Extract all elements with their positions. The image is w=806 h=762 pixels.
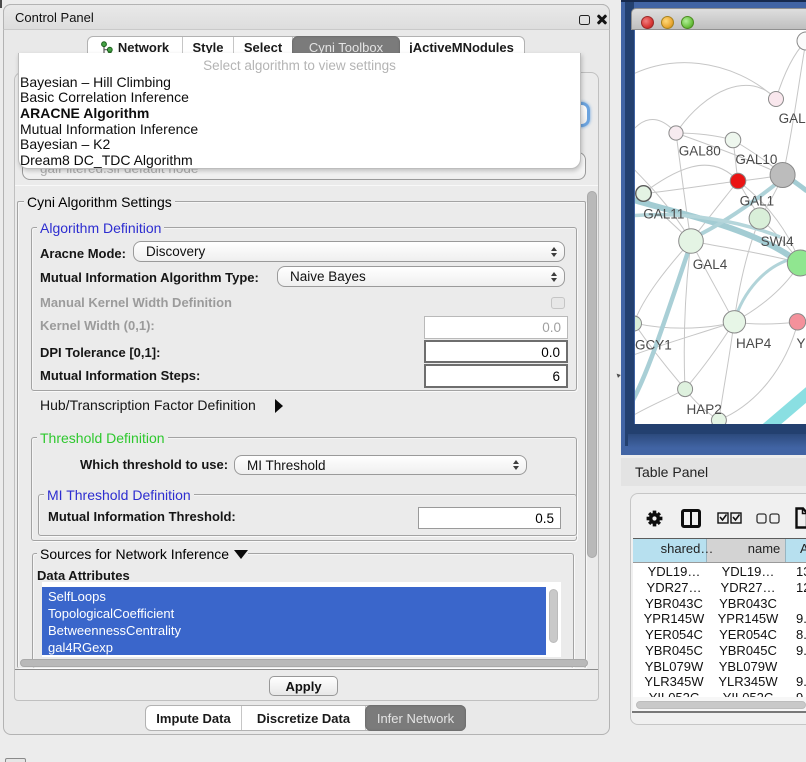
svg-text:SWI4: SWI4 [761, 234, 794, 249]
svg-text:GAL4: GAL4 [693, 257, 728, 272]
svg-text:GAL11: GAL11 [643, 207, 684, 222]
svg-text:HAP4: HAP4 [736, 336, 772, 351]
svg-text:GAL1: GAL1 [740, 194, 775, 209]
svg-text:YB: YB [797, 336, 806, 351]
svg-text:GAL80: GAL80 [679, 144, 721, 159]
svg-text:GAL10: GAL10 [735, 152, 777, 167]
svg-text:GAL7: GAL7 [779, 111, 806, 126]
svg-text:GCY1: GCY1 [635, 338, 672, 353]
svg-text:HAP2: HAP2 [687, 402, 722, 417]
